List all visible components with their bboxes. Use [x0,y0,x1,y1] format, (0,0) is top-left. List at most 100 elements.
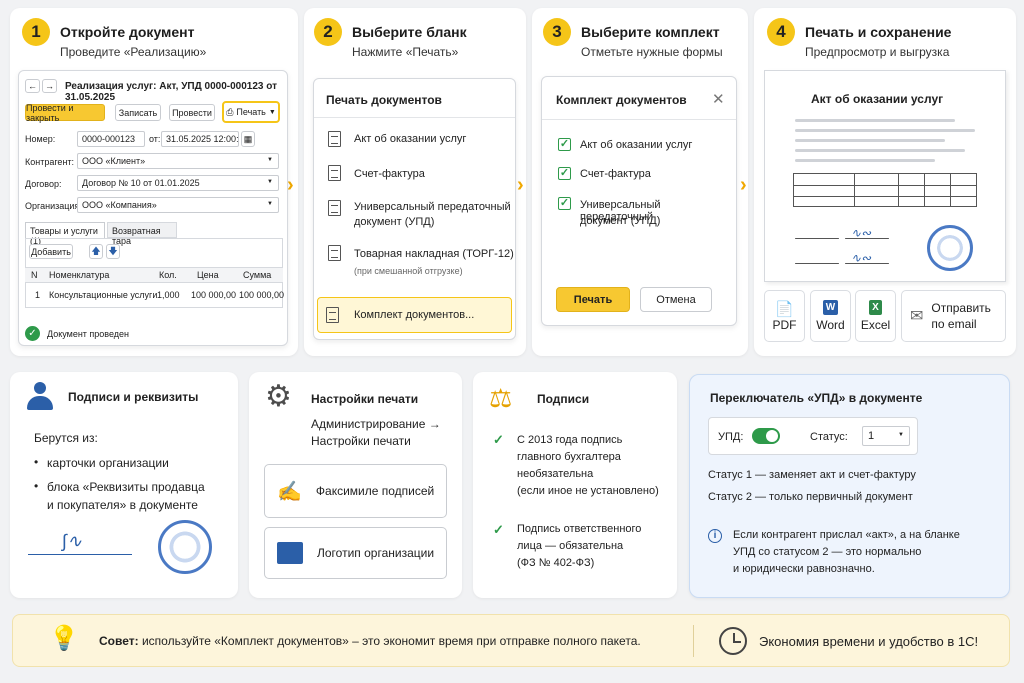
checkbox-invoice[interactable]: ✓ [558,167,571,180]
chevron-down-icon[interactable]: ▼ [267,201,273,207]
arrow-right-icon: › [287,174,294,196]
menu-item-torg12-note: (при смешанной отгрузке) [354,266,463,276]
signature-icon: ∫∿ [62,531,83,551]
menu-item-upd-line2[interactable]: документ (УПД) [354,216,434,228]
checkbox-act[interactable]: ✓ [558,138,571,151]
logo-button[interactable]: Логотип организации [264,527,447,579]
word-icon: W [822,300,839,315]
date-field[interactable]: 31.05.2025 12:00:00 [161,131,239,147]
post-and-close-button[interactable]: Провести и закрыть [25,103,105,123]
move-down-icon[interactable]: 🡇 [106,244,120,259]
kit-print-button[interactable]: Печать [556,287,630,312]
step3-number: 3 [543,18,571,46]
printer-icon: ⎙ [226,106,234,117]
check-circle-icon: ✓ [25,326,40,341]
clock-icon [719,627,747,655]
kit-item-act: Акт об оказании услуг [580,139,693,151]
export-word-label: Word [816,318,845,332]
tab-return-packaging[interactable]: Возвратная тара [107,222,177,246]
bullet: • [34,479,39,493]
divider [542,119,736,120]
organization-field[interactable]: ООО «Компания» [77,197,279,213]
tab-goods-services[interactable]: Товары и услуги (1) [25,222,105,246]
preview-table [793,173,977,207]
step4-number: 4 [767,18,795,46]
print-settings-card: ⚙ Настройки печати Администрирование → Н… [249,372,462,598]
kit-item-invoice: Счет-фактура [580,168,651,180]
back-button[interactable]: ← [25,79,40,93]
rule2-line1: Подпись ответственного [517,523,642,535]
step4-subtitle: Предпросмотр и выгрузка [805,45,950,59]
lightbulb-icon: 💡 [49,625,79,652]
send-email-button[interactable]: ✉ Отправить по email [901,290,1006,342]
forward-button[interactable]: → [42,79,57,93]
chevron-down-icon[interactable]: ▼ [267,179,273,185]
signatures-card: Подписи и реквизиты Берутся из: • карточ… [10,372,238,598]
upd-toggle[interactable] [752,428,780,444]
kit-dialog-title: Комплект документов [556,93,687,107]
save-button[interactable]: Записать [115,104,161,121]
step2-number: 2 [314,18,342,46]
table-cell-price[interactable]: 100 000,00 [191,290,236,300]
table-cell-name[interactable]: Консультационные услуги [49,290,157,300]
table-row[interactable]: 1 [35,290,40,300]
settings-path-1: Администрирование → [311,417,441,431]
facsimile-label: Факсимиле подписей [315,484,435,498]
chevron-down-icon: ▼ [268,108,276,116]
facsimile-button[interactable]: ✍ Факсимиле подписей [264,464,447,518]
export-pdf-button[interactable]: 📄 PDF [764,290,805,342]
export-word-button[interactable]: W Word [810,290,851,342]
chevron-down-icon[interactable]: ▼ [267,157,273,163]
calendar-icon[interactable]: ▦ [241,131,255,147]
menu-item-kit-label: Комплект документов... [354,309,475,321]
add-row-button[interactable]: Добавить [29,244,73,259]
contractor-field[interactable]: ООО «Клиент» [77,153,279,169]
kit-dialog: Комплект документов ✕ ✓ Акт об оказании … [541,76,737,326]
kit-cancel-button[interactable]: Отмена [640,287,712,312]
kit-item-upd-line2: документ (УПД) [580,215,661,227]
document-icon [328,165,341,181]
signatures-bullet-2a: блока «Реквизиты продавца [47,480,205,494]
rule2-line3: (ФЗ № 402-ФЗ) [517,557,595,569]
menu-item-act[interactable]: Акт об оказании услуг [354,133,466,145]
text-line [795,159,935,162]
move-up-icon[interactable]: 🡅 [89,244,103,259]
upd-title: Переключатель «УПД» в документе [710,391,923,405]
table-cell-sum[interactable]: 100 000,00 [239,290,284,300]
step3-title: Выберите комплект [581,24,720,40]
print-menu: Печать документов Акт об оказании услуг … [313,78,516,340]
signatures-rules-card: ⚖ Подписи ✓ С 2013 года подпись главного… [473,372,677,598]
contract-field[interactable]: Договор № 10 от 01.01.2025 [77,175,279,191]
chevron-down-icon[interactable]: ▼ [898,432,904,438]
col-price: Цена [197,270,219,280]
contract-label: Договор: [25,179,62,189]
signatures-bullet-1: карточки организации [47,456,169,470]
check-icon: ✓ [493,522,504,537]
upd-status2-desc: Статус 2 — только первичный документ [708,491,913,503]
upd-label: УПД: [718,431,744,443]
menu-item-invoice[interactable]: Счет-фактура [354,168,425,180]
pen-signature-icon: ✍ [277,480,302,503]
number-field[interactable]: 0000-000123 [77,131,145,147]
email-label: Отправить по email [931,301,991,331]
divider [693,625,694,657]
export-excel-button[interactable]: X Excel [855,290,896,342]
check-icon: ✓ [493,432,504,447]
info-icon: i [708,529,722,543]
menu-item-torg12[interactable]: Товарная накладная (ТОРГ-12) [354,248,514,260]
logo-label: Логотип организации [317,546,435,560]
print-button-label: Печать [236,107,266,117]
close-icon[interactable]: ✕ [712,90,725,108]
rule2-line2: лица — обязательна [517,540,624,552]
menu-item-upd[interactable]: Универсальный передаточный [354,201,511,213]
menu-item-kit[interactable]: Комплект документов... [317,297,512,333]
excel-icon: X [869,300,882,315]
upd-info-line1: Если контрагент прислал «акт», а на блан… [733,529,960,541]
print-button[interactable]: ⎙ Печать ▼ [222,101,280,123]
post-button[interactable]: Провести [169,104,215,121]
preview-title: Акт об оказании услуг [811,92,944,106]
signatures-bullet-2b: и покупателя» в документе [47,498,198,512]
checkbox-upd[interactable]: ✓ [558,197,571,210]
table-cell-qty[interactable]: 1,000 [157,290,180,300]
pdf-icon: 📄 [775,301,794,318]
